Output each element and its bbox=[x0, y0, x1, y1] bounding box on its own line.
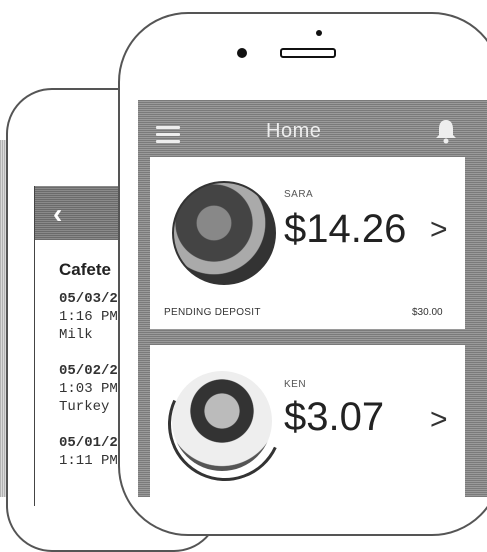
earpiece-speaker bbox=[280, 48, 336, 58]
transaction-date: 05/02/2 bbox=[59, 363, 118, 379]
child-name: SARA bbox=[284, 189, 314, 200]
page-title: Home bbox=[266, 120, 322, 142]
transaction-item[interactable]: 05/01/2 1:11 PM bbox=[59, 434, 118, 470]
transaction-item[interactable]: 05/02/2 1:03 PM Turkey bbox=[59, 362, 118, 416]
transaction-date: 05/01/2 bbox=[59, 435, 118, 451]
proximity-sensor bbox=[316, 30, 322, 36]
chevron-right-icon[interactable]: > bbox=[430, 213, 448, 247]
child-card-ken[interactable]: KEN $3.07 > bbox=[150, 345, 465, 497]
home-screen: Home SARA $14.26 > PENDING DEPOSIT $30.0… bbox=[138, 100, 487, 497]
cafeteria-title: Cafete bbox=[59, 260, 111, 279]
avatar bbox=[172, 181, 276, 285]
transaction-item-name: Milk bbox=[59, 327, 93, 343]
transaction-time: 1:16 PM bbox=[59, 309, 118, 325]
pending-deposit-amount: $30.00 bbox=[412, 307, 443, 318]
transaction-item-name: Turkey bbox=[59, 399, 110, 415]
pending-deposit-label: PENDING DEPOSIT bbox=[164, 307, 261, 318]
transaction-date: 05/03/2 bbox=[59, 291, 118, 307]
bell-icon[interactable] bbox=[434, 118, 458, 144]
avatar bbox=[172, 371, 272, 471]
child-card-sara[interactable]: SARA $14.26 > PENDING DEPOSIT $30.00 bbox=[150, 157, 465, 329]
transaction-time: 1:11 PM bbox=[59, 453, 118, 469]
balance-amount: $14.26 bbox=[284, 207, 407, 251]
transaction-item[interactable]: 05/03/2 1:16 PM Milk bbox=[59, 290, 118, 344]
transaction-time: 1:03 PM bbox=[59, 381, 118, 397]
hamburger-icon[interactable] bbox=[156, 126, 180, 147]
chevron-right-icon[interactable]: > bbox=[430, 403, 448, 437]
back-chevron-icon[interactable]: ‹ bbox=[53, 198, 62, 230]
front-camera bbox=[237, 48, 247, 58]
child-name: KEN bbox=[284, 379, 307, 390]
balance-amount: $3.07 bbox=[284, 395, 385, 439]
